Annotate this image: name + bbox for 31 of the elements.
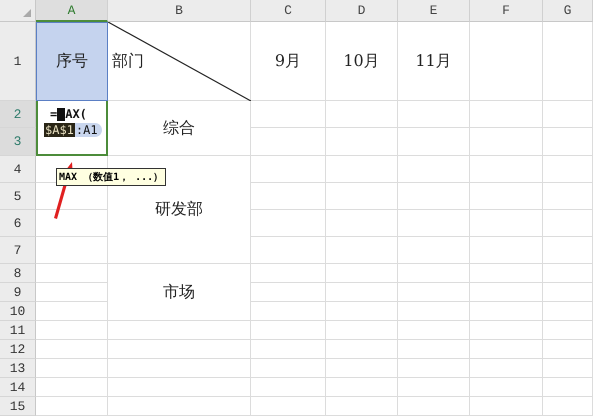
row-header[interactable]: 1 [0, 22, 36, 101]
selected-reference: $A$1 [44, 123, 75, 137]
row-header[interactable]: 5 [0, 183, 36, 210]
row-header[interactable]: 11 [0, 321, 36, 340]
column-header[interactable]: B [108, 0, 251, 22]
row-header[interactable]: 8 [0, 264, 36, 283]
row-header[interactable]: 14 [0, 378, 36, 397]
column-header[interactable]: C [251, 0, 326, 22]
formula-text: AX( [65, 107, 87, 121]
column-header[interactable]: F [470, 0, 543, 22]
formula-editor[interactable]: = AX( $A$1 :A1 [36, 101, 108, 156]
range-reference: :A1 [74, 123, 102, 137]
text-cursor-icon [57, 108, 66, 120]
row-header[interactable]: 15 [0, 397, 36, 416]
row-header[interactable]: 2 [0, 101, 36, 128]
row-header[interactable]: 3 [0, 128, 36, 156]
column-header[interactable]: E [398, 0, 470, 22]
function-tooltip: MAX （数值1， ...） [56, 168, 166, 186]
formula-text: = [50, 107, 58, 121]
column-header[interactable]: D [326, 0, 398, 22]
row-header[interactable]: 13 [0, 359, 36, 378]
row-header[interactable]: 6 [0, 210, 36, 237]
select-all-corner[interactable] [0, 0, 36, 22]
table-cell: 序号 [36, 22, 108, 101]
column-header[interactable]: G [543, 0, 593, 22]
row-header[interactable]: 7 [0, 237, 36, 264]
column-header[interactable]: A [36, 0, 108, 22]
row-header[interactable]: 9 [0, 283, 36, 302]
row-header[interactable]: 4 [0, 156, 36, 183]
row-header[interactable]: 10 [0, 302, 36, 321]
row-header[interactable]: 12 [0, 340, 36, 359]
